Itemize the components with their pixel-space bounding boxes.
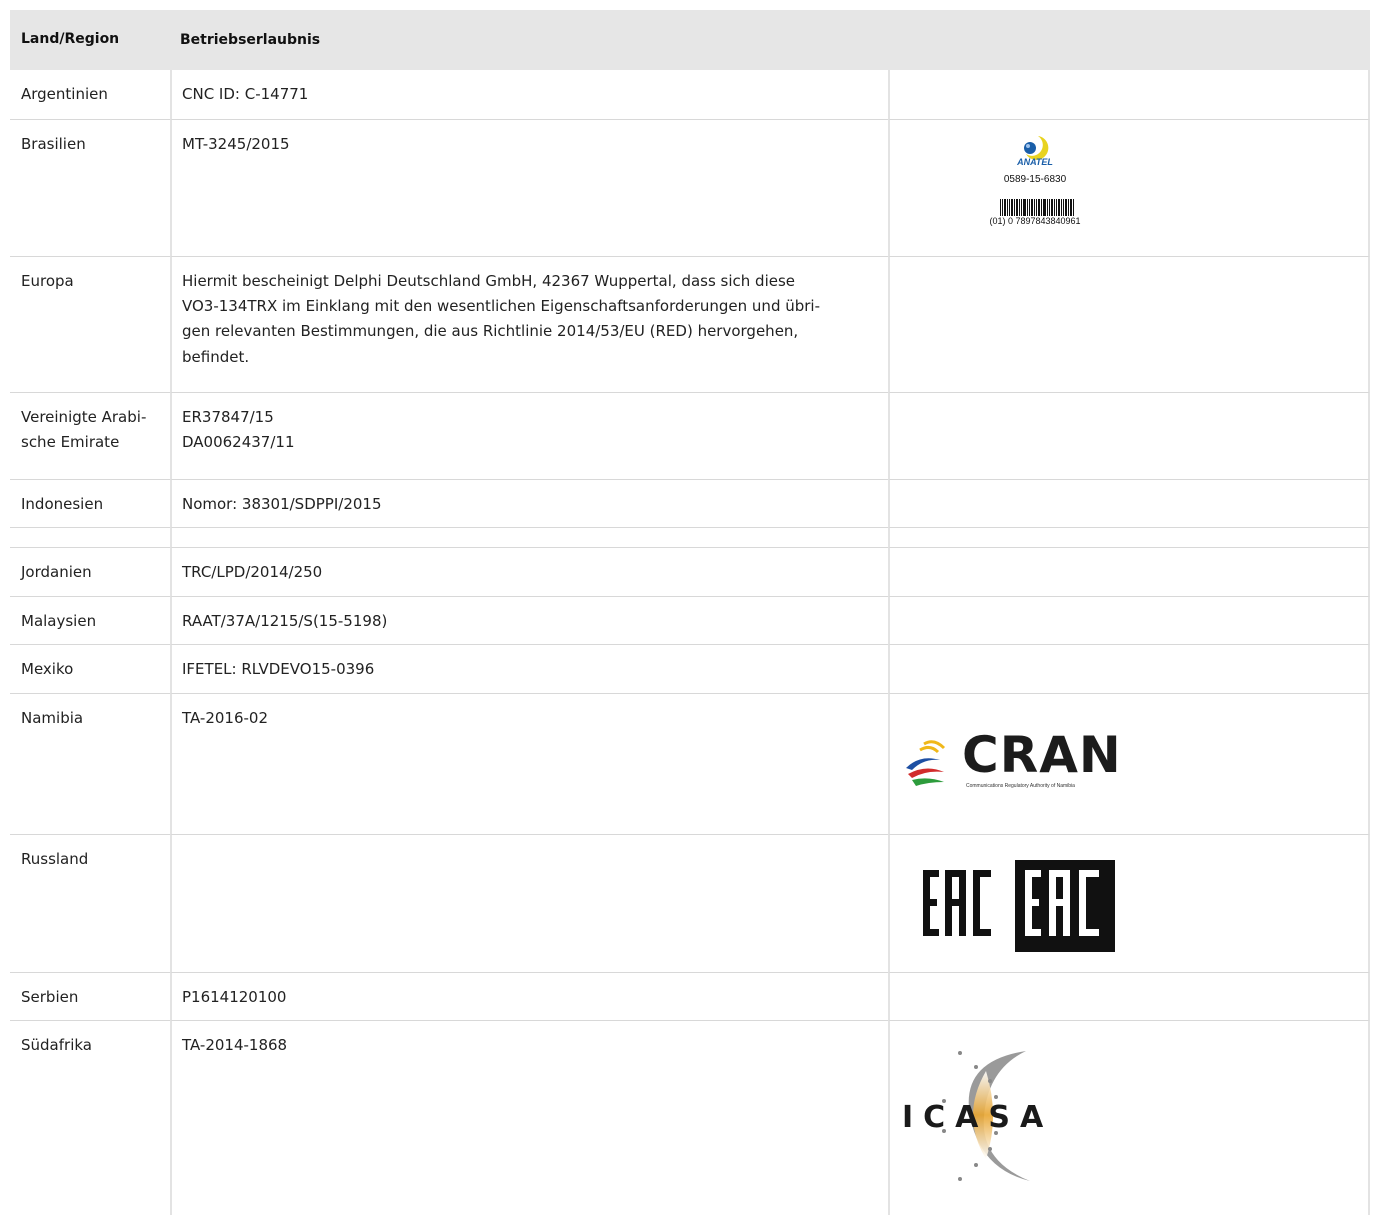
- barcode-number: (01) 0 7897843840961: [989, 216, 1081, 226]
- country-serbien: Serbien: [10, 973, 170, 1021]
- icasa-icon: ICASA: [902, 1051, 1053, 1181]
- cran-swoosh-icon: [906, 740, 946, 786]
- country-argentinien: Argentinien: [10, 70, 170, 120]
- logo-cell-brasilien: ANATEL 0589-15-6830 (01) 0 7897843840961: [888, 120, 1370, 257]
- permit-brasilien: MT-3245/2015: [170, 120, 888, 257]
- logo-cell-europa: [888, 257, 1370, 393]
- permit-mexiko: IFETEL: RLVDEVO15-0396: [170, 645, 888, 694]
- permit-russland: [170, 835, 888, 973]
- header-country: Land/Region: [10, 10, 170, 70]
- logo-cell-vae: [888, 393, 1370, 480]
- logo-cell-malaysien: [888, 597, 1370, 645]
- logo-cell-namibia: CRAN Communications Regulatory Authority…: [888, 694, 1370, 835]
- permit-argentinien: CNC ID: C-14771: [170, 70, 888, 120]
- permit-vae: ER37847/15 DA0062437/11: [170, 393, 888, 480]
- permit-malaysien: RAAT/37A/1215/S(15-5198): [170, 597, 888, 645]
- country-malaysien: Malaysien: [10, 597, 170, 645]
- icasa-wordmark: ICASA: [902, 1100, 1053, 1135]
- permit-europa: Hiermit bescheinigt Delphi Deutschland G…: [170, 257, 888, 393]
- logo-cell-russland: [888, 835, 1370, 973]
- country-brasilien: Brasilien: [10, 120, 170, 257]
- permit-serbien: P1614120100: [170, 973, 888, 1021]
- certification-table: Land/Region Betriebserlaubnis Argentinie…: [10, 10, 1371, 1215]
- anatel-number: 0589-15-6830: [1003, 174, 1067, 185]
- country-suedafrika: Südafrika: [21, 1036, 92, 1054]
- cran-brand: CRAN: [962, 726, 1122, 784]
- eac-icon: [923, 860, 1115, 952]
- logo-cell-suedafrika: ICASA: [888, 1021, 1370, 1215]
- country-vae: Vereinigte Arabi- sche Emirate: [10, 393, 170, 480]
- country-jordanien: Jordanien: [10, 548, 170, 597]
- logo-cell-indonesien: [888, 480, 1370, 528]
- permit-namibia: TA-2016-02: [170, 694, 888, 835]
- country-indonesien: Indonesien: [10, 480, 170, 528]
- country-namibia: Namibia: [10, 694, 170, 835]
- country-mexiko: Mexiko: [10, 645, 170, 694]
- empty-row: [888, 528, 1370, 548]
- logo-cell-jordanien: [888, 548, 1370, 597]
- empty-row: [170, 528, 888, 548]
- empty-row: [10, 528, 170, 548]
- header-logo: [888, 10, 1370, 70]
- logo-cell-mexiko: [888, 645, 1370, 694]
- permit-jordanien: TRC/LPD/2014/250: [170, 548, 888, 597]
- header-permit: Betriebserlaubnis: [170, 10, 888, 70]
- cran-subtitle: Communications Regulatory Authority of N…: [966, 783, 1075, 789]
- logo-cell-serbien: [888, 973, 1370, 1021]
- cran-logo: CRAN Communications Regulatory Authority…: [900, 726, 1150, 802]
- barcode-icon: [1000, 199, 1074, 216]
- logo-cell-argentinien: [888, 70, 1370, 120]
- anatel-logo: ANATEL 0589-15-6830 (01) 0 7897843840961: [970, 132, 1100, 226]
- anatel-brand: ANATEL: [1017, 157, 1053, 167]
- permit-suedafrika: TA-2014-1868: [170, 1021, 888, 1215]
- country-russland: Russland: [10, 835, 170, 973]
- permit-indonesien: Nomor: 38301/SDPPI/2015: [170, 480, 888, 528]
- country-europa: Europa: [10, 257, 170, 393]
